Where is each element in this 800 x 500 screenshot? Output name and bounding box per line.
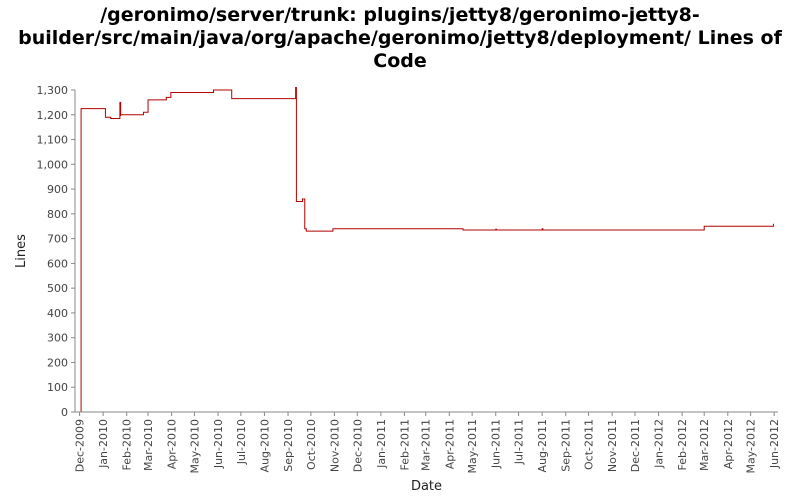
series-layer	[80, 87, 774, 412]
x-tick-label: Jan-2012	[653, 419, 666, 469]
x-axis-title: Date	[411, 479, 442, 494]
x-tick-label: Feb-2012	[676, 419, 689, 470]
x-tick-label: Nov-2010	[328, 419, 341, 472]
x-tick-label: Sep-2011	[560, 419, 573, 472]
x-tick-label: Mar-2011	[420, 419, 433, 471]
x-axis-ticks: Dec-2009 Jan-2010 Feb-2010 Mar-2010 Apr-2010…	[74, 412, 781, 474]
x-tick-label: May-2012	[745, 419, 758, 474]
x-tick-label: Apr-2012	[722, 419, 735, 469]
y-tick-label: 500	[47, 282, 68, 295]
x-tick-label: May-2010	[188, 419, 201, 474]
y-tick-label: 1,200	[37, 109, 69, 122]
y-tick-label: 1,000	[37, 158, 69, 171]
x-tick-label: Jun-2012	[768, 419, 781, 469]
y-tick-label: 700	[47, 233, 68, 246]
x-tick-label: Feb-2011	[398, 419, 411, 470]
x-tick-label: Aug-2010	[258, 419, 271, 472]
x-tick-label: May-2011	[466, 419, 479, 474]
x-tick-label: Jan-2011	[375, 419, 388, 469]
x-tick-label: Jan-2010	[97, 419, 110, 469]
y-tick-label: 1,300	[37, 84, 69, 97]
y-tick-label: 600	[47, 257, 68, 270]
x-tick-label: Jul-2010	[235, 419, 248, 465]
x-tick-label: Apr-2010	[166, 419, 179, 469]
chart-canvas: 0 100 200 300 400 500 600 700 800 900 1,000 1,100 1,…	[14, 84, 781, 494]
x-tick-label: Oct-2011	[583, 419, 596, 470]
y-tick-label: 300	[47, 332, 68, 345]
y-tick-label: 1,100	[37, 134, 69, 147]
y-axis-title: Lines	[14, 234, 29, 268]
x-tick-label: Sep-2010	[282, 419, 295, 472]
x-tick-label: Jul-2011	[513, 419, 526, 465]
y-tick-label: 200	[47, 356, 68, 369]
x-tick-label: Mar-2010	[142, 419, 155, 471]
x-tick-label: Dec-2011	[629, 419, 642, 472]
y-tick-label: 900	[47, 183, 68, 196]
y-tick-label: 100	[47, 381, 68, 394]
x-tick-label: Jun-2011	[490, 419, 503, 469]
x-tick-label: Jun-2010	[212, 419, 225, 469]
x-tick-label: Dec-2010	[351, 419, 364, 472]
y-axis-ticks: 0 100 200 300 400 500 600 700 800 900 1,000 1,100 1,…	[37, 84, 75, 419]
x-tick-label: Apr-2011	[443, 419, 456, 469]
x-tick-label: Aug-2011	[536, 419, 549, 472]
y-tick-label: 800	[47, 208, 68, 221]
x-tick-label: Oct-2010	[305, 419, 318, 470]
y-tick-label: 0	[61, 406, 68, 419]
x-tick-label: Dec-2009	[74, 419, 87, 472]
series-line	[80, 87, 774, 412]
y-tick-label: 400	[47, 307, 68, 320]
x-tick-label: Nov-2011	[606, 419, 619, 472]
x-tick-label: Mar-2012	[698, 419, 711, 471]
x-tick-label: Feb-2010	[121, 419, 134, 470]
